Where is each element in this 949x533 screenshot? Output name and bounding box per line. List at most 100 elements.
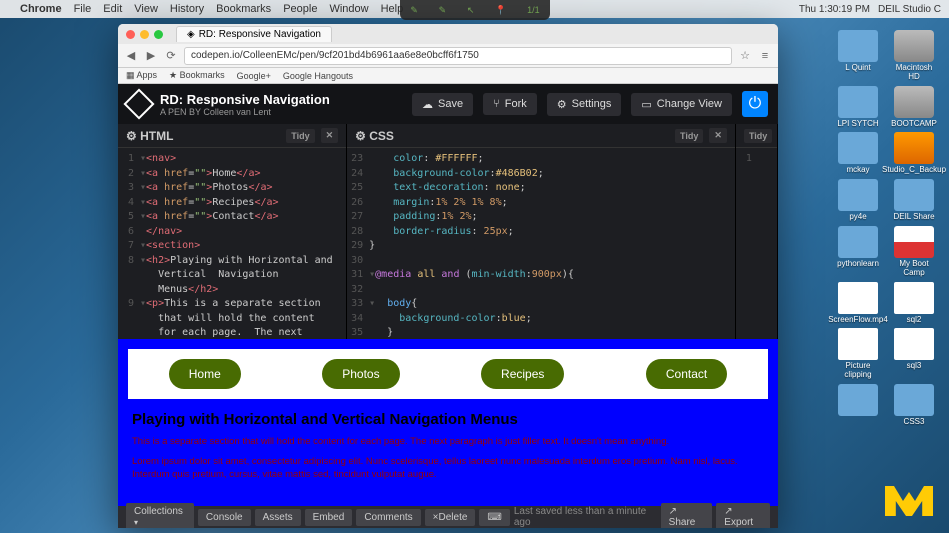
pin-icon[interactable]: 📍 [495, 5, 506, 16]
close-traffic-light[interactable] [126, 30, 135, 39]
desktop-icon[interactable]: Macintosh HD [889, 30, 939, 82]
html-editor[interactable]: 1▾<nav>2▾<a href="">Home</a>3▾<a href=""… [118, 148, 346, 339]
keyboard-button[interactable]: ⌨ [479, 509, 509, 526]
editor-panes: ⚙ HTML Tidy ✕ 1▾<nav>2▾<a href="">Home</… [118, 124, 778, 339]
css-tidy-button[interactable]: Tidy [675, 129, 703, 143]
share-button[interactable]: ↗ Share [661, 503, 713, 528]
html-pane: ⚙ HTML Tidy ✕ 1▾<nav>2▾<a href="">Home</… [118, 124, 347, 339]
preview-paragraph-1: This is a separate section that will hol… [132, 436, 764, 448]
tab-title: RD: Responsive Navigation [199, 29, 321, 40]
power-icon: ⏻ [749, 95, 762, 113]
html-pane-title: HTML [140, 129, 173, 143]
desktop-icon[interactable]: py4e [833, 179, 883, 222]
preview-heading: Playing with Horizontal and Vertical Nav… [132, 411, 764, 428]
reload-button[interactable]: ⟳ [164, 49, 178, 63]
mac-menu-people[interactable]: People [283, 3, 317, 15]
chrome-menu-icon[interactable]: ≡ [758, 49, 772, 63]
embed-button[interactable]: Embed [305, 509, 353, 526]
layout-icon: ▭ [641, 98, 651, 111]
mac-menu-bookmarks[interactable]: Bookmarks [216, 3, 271, 15]
comments-button[interactable]: Comments [356, 509, 420, 526]
desktop-icon[interactable]: My Boot Camp [889, 226, 939, 278]
console-button[interactable]: Console [198, 509, 251, 526]
mac-menu-file[interactable]: File [74, 3, 92, 15]
login-button[interactable]: ⏻ [742, 91, 768, 117]
bm-googleplus[interactable]: Google+ [237, 71, 271, 81]
preview-nav-recipes[interactable]: Recipes [481, 359, 564, 389]
bm-hangouts[interactable]: Google Hangouts [283, 71, 353, 81]
preview-paragraph-2: Lorem ipsum dolor sit amet, consectetur … [132, 456, 764, 481]
pencil-icon[interactable]: ✎ [410, 5, 418, 16]
desktop-icon[interactable]: ScreenFlow.mp4 [833, 282, 883, 325]
mac-menu-edit[interactable]: Edit [103, 3, 122, 15]
desktop-icon[interactable]: DEIL Share [889, 179, 939, 222]
desktop-icon[interactable]: CSS3 [889, 384, 939, 427]
arrow-icon[interactable]: ↖ [467, 5, 475, 16]
desktop-icon[interactable]: mckay [833, 132, 883, 175]
highlighter-icon[interactable]: ✎ [439, 5, 447, 16]
assets-button[interactable]: Assets [255, 509, 301, 526]
html-tidy-button[interactable]: Tidy [286, 129, 314, 143]
desktop-icon[interactable]: BOOTCAMP [889, 86, 939, 129]
browser-tab[interactable]: ◈ RD: Responsive Navigation [176, 26, 332, 42]
address-bar[interactable]: codepen.io/ColleenEMc/pen/9cf201bd4b6961… [184, 47, 732, 65]
gear-icon[interactable]: ⚙ [355, 129, 366, 143]
browser-toolbar: ◀ ▶ ⟳ codepen.io/ColleenEMc/pen/9cf201bd… [118, 44, 778, 68]
zoom-traffic-light[interactable] [154, 30, 163, 39]
css-pane-title: CSS [369, 129, 394, 143]
mac-app-name[interactable]: Chrome [20, 3, 62, 15]
desktop-icon[interactable]: sql3 [889, 328, 939, 380]
minimize-traffic-light[interactable] [140, 30, 149, 39]
preview-pane: Home Photos Recipes Contact Playing with… [118, 339, 778, 506]
codepen-logo-icon[interactable] [123, 88, 154, 119]
cloud-icon: ☁ [422, 98, 433, 111]
desktop-icon[interactable]: Studio_C_Backup [889, 132, 939, 175]
js-pane: Tidy ✕ 1 [736, 124, 778, 339]
bm-apps[interactable]: ▦ Apps [126, 70, 157, 81]
bm-bookmarks[interactable]: ★ Bookmarks [169, 70, 225, 81]
css-pane: ⚙ CSS Tidy ✕ 23 color: #FFFFFF;24 backgr… [347, 124, 736, 339]
preview-nav-home[interactable]: Home [169, 359, 241, 389]
pen-author[interactable]: A PEN BY Colleen van Lent [160, 107, 402, 117]
desktop-icon[interactable]: L Quint [833, 30, 883, 82]
mac-menu-history[interactable]: History [170, 3, 204, 15]
bookmark-star-icon[interactable]: ☆ [738, 49, 752, 63]
forward-button[interactable]: ▶ [144, 49, 158, 63]
gear-icon[interactable]: ⚙ [126, 129, 137, 143]
desktop-icon[interactable]: Picture clipping [833, 328, 883, 380]
mac-menu-window[interactable]: Window [329, 3, 368, 15]
michigan-logo [879, 479, 939, 523]
css-editor[interactable]: 23 color: #FFFFFF;24 background-color:#4… [347, 148, 735, 339]
html-close-button[interactable]: ✕ [321, 128, 339, 143]
desktop-icon[interactable]: pythonlearn [833, 226, 883, 278]
js-editor[interactable]: 1 [736, 148, 777, 339]
mac-status-time: Thu 1:30:19 PM [799, 4, 870, 15]
desktop-icon[interactable] [833, 384, 883, 427]
collections-button[interactable]: Collections [126, 503, 194, 528]
export-button[interactable]: ↗ Export [716, 503, 770, 528]
codepen-favicon: ◈ [187, 29, 195, 40]
bookmarks-bar: ▦ Apps ★ Bookmarks Google+ Google Hangou… [118, 68, 778, 84]
delete-button[interactable]: ×Delete [425, 509, 476, 526]
fork-button[interactable]: ⑂Fork [483, 93, 537, 115]
change-view-button[interactable]: ▭Change View [631, 93, 732, 116]
preview-nav: Home Photos Recipes Contact [128, 349, 768, 399]
codepen-header: RD: Responsive Navigation A PEN BY Colle… [118, 84, 778, 124]
mac-menu-view[interactable]: View [134, 3, 158, 15]
settings-button[interactable]: ⚙Settings [547, 93, 622, 116]
css-close-button[interactable]: ✕ [709, 128, 727, 143]
desktop-icon[interactable]: sql2 [889, 282, 939, 325]
js-tidy-button[interactable]: Tidy [744, 129, 772, 143]
pen-title[interactable]: RD: Responsive Navigation [160, 92, 402, 107]
preview-nav-photos[interactable]: Photos [322, 359, 399, 389]
save-button[interactable]: ☁Save [412, 93, 473, 116]
back-button[interactable]: ◀ [124, 49, 138, 63]
window-titlebar: ◈ RD: Responsive Navigation [118, 24, 778, 44]
overlay-pager: 1/1 [527, 5, 540, 15]
preview-nav-contact[interactable]: Contact [646, 359, 727, 389]
codepen-footer: Collections Console Assets Embed Comment… [118, 506, 778, 528]
recording-overlay: ✎ ✎ ↖ 📍 1/1 [400, 0, 550, 20]
save-status: Last saved less than a minute ago [514, 506, 657, 528]
desktop-icon[interactable]: LPI SYTCH [833, 86, 883, 129]
chrome-window: ◈ RD: Responsive Navigation ◀ ▶ ⟳ codepe… [118, 24, 778, 528]
